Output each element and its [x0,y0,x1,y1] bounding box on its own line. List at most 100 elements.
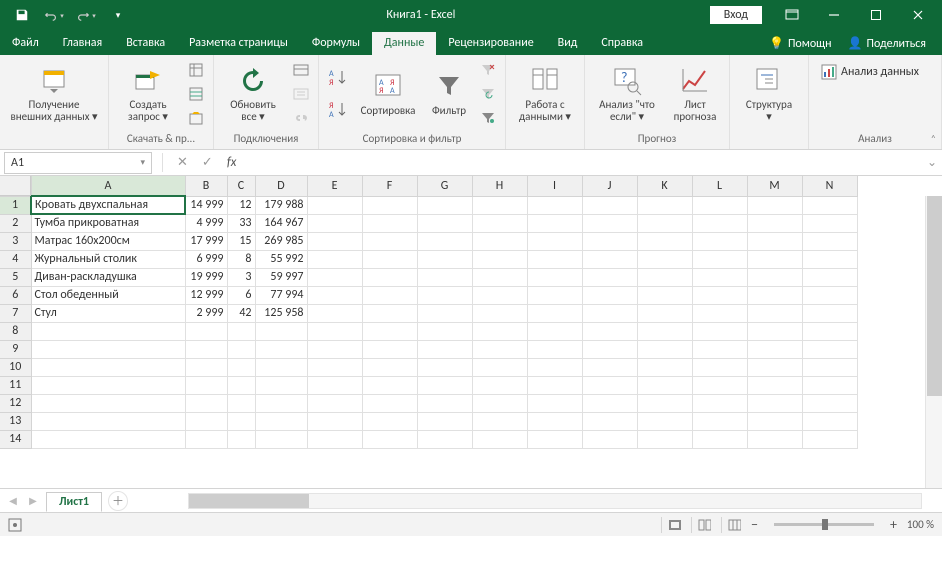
cell[interactable]: 15 [227,232,255,250]
cell[interactable] [31,430,185,448]
cell[interactable] [472,268,527,286]
chevron-down-icon[interactable]: ▾ [140,157,145,168]
cell[interactable] [637,358,692,376]
tab-данные[interactable]: Данные [372,32,436,55]
cell[interactable] [637,268,692,286]
fx-icon[interactable]: fx [223,153,241,172]
cell[interactable]: 6 999 [185,250,227,268]
recent-sources-icon[interactable] [185,107,207,129]
record-macro-icon[interactable] [8,518,22,532]
cell[interactable] [417,268,472,286]
row-header[interactable]: 12 [0,394,31,412]
data-tools-button[interactable]: Работа с данными ▾ [512,59,578,129]
column-header[interactable]: G [417,176,472,196]
cell[interactable] [227,394,255,412]
cell[interactable]: 14 999 [185,196,227,214]
cell[interactable] [417,250,472,268]
cell[interactable] [227,376,255,394]
cell[interactable] [31,340,185,358]
cell[interactable] [692,286,747,304]
cell[interactable] [527,394,582,412]
cell[interactable] [307,376,362,394]
advanced-filter-icon[interactable] [477,107,499,129]
zoom-out-button[interactable]: − [751,516,758,533]
cell[interactable] [802,340,857,358]
cell[interactable] [582,358,637,376]
cell[interactable]: 77 994 [255,286,307,304]
row-header[interactable]: 11 [0,376,31,394]
cell[interactable] [692,394,747,412]
cell[interactable] [582,412,637,430]
cell[interactable] [185,376,227,394]
cell[interactable] [802,286,857,304]
cell[interactable] [582,214,637,232]
cell[interactable] [417,322,472,340]
cell[interactable]: Диван-раскладушка [31,268,185,286]
cell[interactable]: 59 997 [255,268,307,286]
cell[interactable] [747,196,802,214]
zoom-in-button[interactable]: + [890,516,897,533]
cell[interactable] [417,196,472,214]
cell[interactable] [527,430,582,448]
cell[interactable] [185,358,227,376]
cell[interactable] [527,322,582,340]
cell[interactable] [31,358,185,376]
cell[interactable] [362,322,417,340]
row-header[interactable]: 10 [0,358,31,376]
vertical-scrollbar[interactable] [925,196,942,488]
cell[interactable] [307,268,362,286]
sort-button[interactable]: АЯЯА Сортировка [355,59,421,129]
cell[interactable] [185,394,227,412]
cell[interactable] [582,286,637,304]
tab-разметка страницы[interactable]: Разметка страницы [177,32,300,55]
column-header[interactable]: C [227,176,255,196]
cell[interactable] [31,394,185,412]
cell[interactable] [802,196,857,214]
cell[interactable] [307,340,362,358]
cell[interactable] [31,376,185,394]
cell[interactable] [692,268,747,286]
enter-icon[interactable]: ✓ [198,153,217,172]
cell[interactable]: 12 999 [185,286,227,304]
cell[interactable] [692,250,747,268]
cell[interactable] [747,340,802,358]
cell[interactable] [582,250,637,268]
outline-button[interactable]: Структура ▾ [736,59,802,129]
cell[interactable] [802,376,857,394]
cell[interactable] [472,394,527,412]
cell[interactable] [255,340,307,358]
cell[interactable] [417,430,472,448]
cell[interactable] [747,412,802,430]
cell[interactable]: Стол обеденный [31,286,185,304]
cell[interactable] [227,358,255,376]
cell[interactable] [527,340,582,358]
cell[interactable] [747,286,802,304]
cell[interactable] [692,232,747,250]
cell[interactable] [802,268,857,286]
maximize-button[interactable] [856,1,896,29]
cell[interactable] [362,232,417,250]
cell[interactable] [417,304,472,322]
cell[interactable] [255,376,307,394]
sheet-tab[interactable]: Лист1 [46,492,102,512]
cell[interactable] [527,268,582,286]
cell[interactable] [637,286,692,304]
cell[interactable] [582,268,637,286]
tell-me-button[interactable]: 💡Помощн [761,32,840,55]
tab-вставка[interactable]: Вставка [114,32,177,55]
cell[interactable] [417,394,472,412]
cell[interactable] [362,268,417,286]
row-header[interactable]: 8 [0,322,31,340]
cell[interactable] [582,394,637,412]
cell[interactable] [472,304,527,322]
cell[interactable] [692,340,747,358]
cell[interactable]: Матрас 160х200см [31,232,185,250]
cell[interactable]: 2 999 [185,304,227,322]
cell[interactable] [692,358,747,376]
tab-file[interactable]: Файл [0,32,51,55]
cell[interactable]: 19 999 [185,268,227,286]
cell[interactable] [527,214,582,232]
cell[interactable] [362,358,417,376]
cell[interactable] [417,358,472,376]
cell[interactable] [527,304,582,322]
